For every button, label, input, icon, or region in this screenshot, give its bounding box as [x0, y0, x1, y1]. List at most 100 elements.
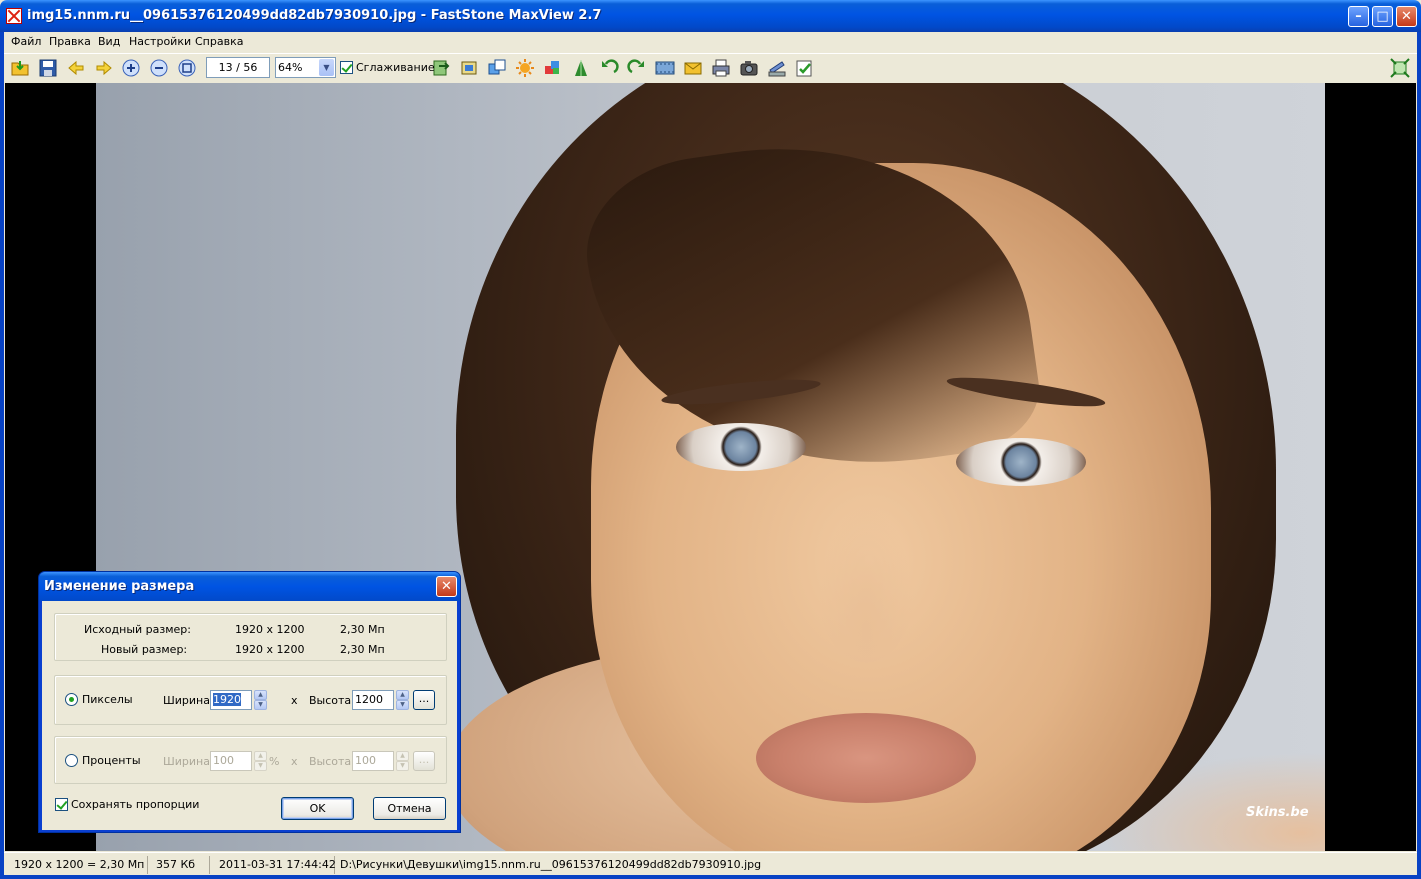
original-size-dims: 1920 x 1200: [235, 623, 305, 636]
colors-icon[interactable]: [543, 58, 563, 78]
keep-ratio-check-icon[interactable]: [55, 798, 68, 811]
cancel-button[interactable]: Отмена: [373, 797, 446, 820]
menu-file[interactable]: Файл: [11, 35, 41, 48]
spin-down-icon[interactable]: ▼: [396, 700, 409, 710]
maximize-button[interactable]: □: [1372, 6, 1393, 27]
zoom-in-icon[interactable]: [121, 58, 141, 78]
resize-dialog: Изменение размера ✕ Исходный размер: 192…: [38, 571, 461, 833]
app-icon: [6, 8, 22, 24]
smoothing-label: Сглаживание: [356, 61, 435, 74]
percent-height-spinner: ▲ ▼: [396, 751, 409, 771]
pixels-height-input[interactable]: 1200: [352, 690, 394, 710]
status-file-size: 357 Кб: [150, 856, 210, 874]
original-size-mp: 2,30 Мп: [340, 623, 385, 636]
pixels-more-button[interactable]: ...: [413, 690, 435, 710]
open-icon[interactable]: [10, 58, 30, 78]
percent-label: Проценты: [82, 754, 141, 767]
percent-group: Проценты Ширина: 100 ▲ ▼ % x Высота: 100 …: [54, 736, 447, 784]
window-border-right: [1417, 32, 1421, 879]
percent-width-label: Ширина:: [163, 755, 214, 768]
pixels-width-label: Ширина:: [163, 694, 214, 707]
zoom-value: 64%: [278, 61, 303, 74]
status-date: 2011-03-31 17:44:42: [213, 856, 336, 874]
dialog-title: Изменение размера: [44, 579, 195, 594]
dialog-title-bar[interactable]: Изменение размера ✕: [39, 572, 460, 601]
pixels-label: Пикселы: [82, 693, 133, 706]
adjust-icon[interactable]: [515, 58, 535, 78]
fullscreen-icon[interactable]: [1390, 58, 1410, 78]
spin-up-icon: ▲: [254, 751, 267, 761]
photo-eye-left: [676, 423, 806, 471]
toolbar: 13 / 56 64% ▼ Сглаживание: [4, 53, 1417, 82]
status-bar: 1920 x 1200 = 2,30 Мп 357 Кб 2011-03-31 …: [4, 852, 1417, 875]
pixels-radio-icon[interactable]: [65, 693, 78, 706]
menu-bar: Файл Правка Вид Настройки Справка: [4, 32, 1417, 52]
percent-sign: %: [269, 755, 280, 768]
menu-view[interactable]: Вид: [98, 35, 120, 48]
percent-more-button: ...: [413, 751, 435, 771]
new-size-mp: 2,30 Мп: [340, 643, 385, 656]
scan-icon[interactable]: [767, 58, 787, 78]
resize-icon[interactable]: [487, 58, 507, 78]
menu-help[interactable]: Справка: [195, 35, 243, 48]
percent-width-input: 100: [210, 751, 252, 771]
pixels-width-spinner[interactable]: ▲ ▼: [254, 690, 267, 710]
pixels-height-spinner[interactable]: ▲ ▼: [396, 690, 409, 710]
actual-size-icon[interactable]: [177, 58, 197, 78]
title-bar: img15.nnm.ru__09615376120499dd82db793091…: [0, 0, 1421, 32]
size-info-group: Исходный размер: 1920 x 1200 2,30 Мп Нов…: [54, 613, 447, 661]
window-title: img15.nnm.ru__09615376120499dd82db793091…: [27, 8, 602, 23]
sharpen-icon[interactable]: [571, 58, 591, 78]
spin-up-icon[interactable]: ▲: [396, 690, 409, 700]
email-icon[interactable]: [683, 58, 703, 78]
percent-x-sign: x: [291, 755, 298, 768]
window-border-bottom: [0, 875, 1421, 879]
new-size-label: Новый размер:: [101, 643, 188, 656]
smoothing-checkbox[interactable]: Сглаживание: [340, 61, 435, 74]
keep-ratio-label: Сохранять пропорции: [71, 798, 200, 811]
close-button[interactable]: ✕: [1396, 6, 1417, 27]
screenshot-icon[interactable]: [739, 58, 759, 78]
rotate-left-icon[interactable]: [599, 58, 619, 78]
pixels-x-sign: x: [291, 694, 298, 707]
keep-ratio-checkbox[interactable]: Сохранять пропорции: [55, 798, 199, 811]
chevron-down-icon[interactable]: ▼: [319, 59, 334, 76]
percent-width-spinner: ▲ ▼: [254, 751, 267, 771]
pixels-width-value: 1920: [213, 693, 241, 706]
photo-nose: [816, 503, 916, 663]
spin-down-icon[interactable]: ▼: [254, 700, 267, 710]
window-border-left: [0, 32, 4, 879]
percent-height-label: Высота:: [309, 755, 355, 768]
smoothing-check-icon[interactable]: [340, 61, 353, 74]
percent-radio-icon[interactable]: [65, 754, 78, 767]
pixels-radio[interactable]: Пикселы: [65, 693, 133, 706]
percent-height-input: 100: [352, 751, 394, 771]
spin-up-icon[interactable]: ▲: [254, 690, 267, 700]
rotate-right-icon[interactable]: [627, 58, 647, 78]
prev-icon[interactable]: [66, 58, 86, 78]
spin-down-icon: ▼: [396, 761, 409, 771]
next-icon[interactable]: [94, 58, 114, 78]
crop-icon[interactable]: [459, 58, 479, 78]
spin-down-icon: ▼: [254, 761, 267, 771]
pixels-width-input[interactable]: 1920: [210, 690, 252, 710]
status-path: D:\Рисунки\Девушки\img15.nnm.ru__0961537…: [340, 858, 762, 871]
percent-radio[interactable]: Проценты: [65, 754, 141, 767]
menu-edit[interactable]: Правка: [49, 35, 91, 48]
menu-settings[interactable]: Настройки: [129, 35, 191, 48]
zoom-select[interactable]: 64% ▼: [275, 57, 336, 78]
settings-icon[interactable]: [795, 58, 815, 78]
ok-button[interactable]: OK: [281, 797, 354, 820]
zoom-out-icon[interactable]: [149, 58, 169, 78]
photo-lips: [756, 713, 976, 803]
slideshow-icon[interactable]: [655, 58, 675, 78]
status-resolution: 1920 x 1200 = 2,30 Мп: [8, 856, 148, 874]
image-counter[interactable]: 13 / 56: [206, 57, 270, 78]
save-icon[interactable]: [38, 58, 58, 78]
minimize-button[interactable]: –: [1348, 6, 1369, 27]
original-size-label: Исходный размер:: [84, 623, 191, 636]
pixels-group: Пикселы Ширина: 1920 ▲ ▼ x Высота: 1200 ▲…: [54, 675, 447, 725]
spin-up-icon: ▲: [396, 751, 409, 761]
dialog-close-button[interactable]: ✕: [436, 576, 457, 597]
print-icon[interactable]: [711, 58, 731, 78]
